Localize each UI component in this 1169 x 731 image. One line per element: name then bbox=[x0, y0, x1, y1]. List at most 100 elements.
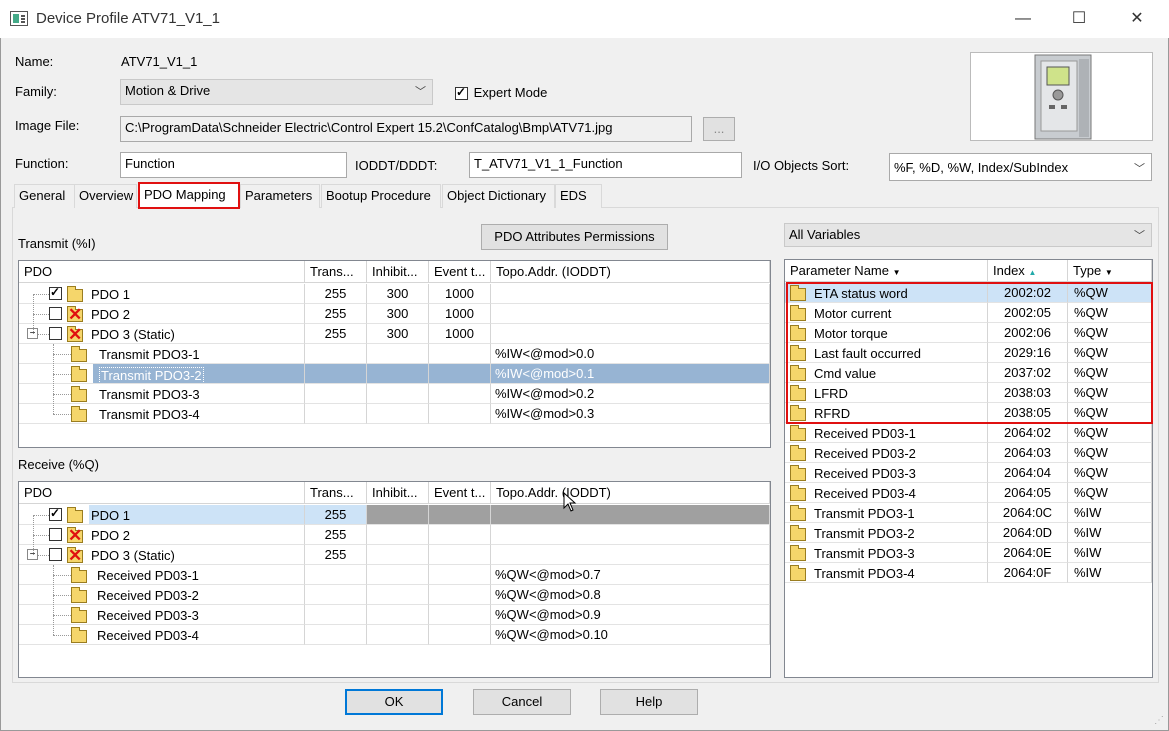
transmit-grid[interactable]: PDO Trans... Inhibit... Event t... Topo.… bbox=[18, 260, 771, 448]
ok-button[interactable]: OK bbox=[345, 689, 443, 715]
function-label: Function: bbox=[15, 156, 69, 171]
variable-row[interactable]: Motor current 2002:05 %QW bbox=[785, 303, 1152, 323]
variable-index-cell: 2029:16 bbox=[988, 343, 1068, 363]
variable-row[interactable]: Received PD03-3 2064:04 %QW bbox=[785, 463, 1152, 483]
table-row[interactable]: PDO 1 255 bbox=[19, 505, 770, 525]
table-row[interactable]: Received PD03-2 %QW<@mod>0.8 bbox=[19, 585, 770, 605]
sort-select[interactable]: %F, %D, %W, Index/SubIndex ﹀ bbox=[889, 153, 1152, 181]
variable-row[interactable]: Received PD03-1 2064:02 %QW bbox=[785, 423, 1152, 443]
col-parameter-name[interactable]: Parameter Name ▼ bbox=[785, 260, 988, 282]
tab-eds[interactable]: EDS bbox=[555, 184, 602, 208]
table-row[interactable]: Received PD03-4 %QW<@mod>0.10 bbox=[19, 625, 770, 645]
variable-row[interactable]: Transmit PDO3-3 2064:0E %IW bbox=[785, 543, 1152, 563]
sort-up-icon: ▲ bbox=[1028, 268, 1037, 277]
maximize-button[interactable]: ☐ bbox=[1056, 0, 1102, 38]
browse-button[interactable]: ... bbox=[703, 117, 735, 141]
tab-parameters[interactable]: Parameters bbox=[240, 184, 320, 208]
table-row[interactable]: − ✕ PDO 3 (Static) 255 300 1000 bbox=[19, 324, 770, 344]
col-pdo[interactable]: PDO bbox=[19, 482, 305, 504]
tab-pdo-mapping[interactable]: PDO Mapping bbox=[138, 182, 240, 209]
col-trans[interactable]: Trans... bbox=[305, 261, 367, 283]
table-row[interactable]: PDO 1 2553001000 bbox=[19, 284, 770, 304]
pdo-checkbox[interactable] bbox=[49, 506, 62, 521]
cancel-button[interactable]: Cancel bbox=[473, 689, 571, 715]
variable-index-cell: 2064:0D bbox=[988, 523, 1068, 543]
variables-grid[interactable]: Parameter Name ▼ Index ▲ Type ▼ ETA stat… bbox=[784, 259, 1153, 678]
col-inhibit[interactable]: Inhibit... bbox=[367, 482, 429, 504]
col-topo[interactable]: Topo.Addr. (IODDT) bbox=[491, 482, 770, 504]
event-cell bbox=[429, 625, 491, 645]
variables-filter-select[interactable]: All Variables ﹀ bbox=[784, 223, 1152, 247]
trans-cell: 255 bbox=[305, 505, 367, 525]
variable-row[interactable]: RFRD 2038:05 %QW bbox=[785, 403, 1152, 423]
folder-icon bbox=[67, 286, 83, 302]
ioddt-field[interactable]: T_ATV71_V1_1_Function bbox=[469, 152, 742, 178]
family-select[interactable]: Motion & Drive ﹀ bbox=[120, 79, 433, 105]
pdo-cell: Transmit PDO3-3 bbox=[19, 384, 305, 404]
pdo-checkbox[interactable] bbox=[49, 285, 62, 300]
expert-mode-checkbox[interactable]: Expert Mode bbox=[455, 85, 547, 101]
close-button[interactable]: ✕ bbox=[1114, 0, 1160, 38]
image-file-field[interactable]: C:\ProgramData\Schneider Electric\Contro… bbox=[120, 116, 692, 142]
pdo-checkbox[interactable] bbox=[49, 528, 62, 541]
resize-grip-icon[interactable]: ⋰ bbox=[1154, 716, 1166, 728]
inhibit-cell bbox=[367, 364, 429, 384]
col-trans[interactable]: Trans... bbox=[305, 482, 367, 504]
tab-overview[interactable]: Overview bbox=[74, 184, 137, 208]
col-event[interactable]: Event t... bbox=[429, 482, 491, 504]
tab-bootup-procedure[interactable]: Bootup Procedure bbox=[321, 184, 441, 208]
minimize-button[interactable]: — bbox=[1000, 0, 1046, 38]
variable-row[interactable]: Last fault occurred 2029:16 %QW bbox=[785, 343, 1152, 363]
inhibit-cell bbox=[367, 605, 429, 625]
chevron-down-icon: ﹀ bbox=[415, 86, 426, 98]
tab-object-dictionary[interactable]: Object Dictionary bbox=[442, 184, 555, 208]
trans-cell bbox=[305, 364, 367, 384]
topo-cell: %QW<@mod>0.7 bbox=[491, 565, 770, 585]
variable-row[interactable]: ETA status word 2002:02 %QW bbox=[785, 283, 1152, 303]
variable-index-cell: 2064:0C bbox=[988, 503, 1068, 523]
image-file-label: Image File: bbox=[15, 118, 80, 133]
table-row[interactable]: ✕ PDO 2 255 300 1000 bbox=[19, 304, 770, 324]
table-row[interactable]: Transmit PDO3-2 %IW<@mod>0.1 bbox=[19, 364, 770, 384]
variable-index-cell: 2002:06 bbox=[988, 323, 1068, 343]
trans-cell bbox=[305, 625, 367, 645]
col-event[interactable]: Event t... bbox=[429, 261, 491, 283]
table-row[interactable]: ✕ PDO 2 255 bbox=[19, 525, 770, 545]
table-row[interactable]: − ✕ PDO 3 (Static) 255 bbox=[19, 545, 770, 565]
table-row[interactable]: Received PD03-3 %QW<@mod>0.9 bbox=[19, 605, 770, 625]
variable-name-cell: Transmit PDO3-3 bbox=[785, 543, 988, 563]
pdo-cell: Received PD03-3 bbox=[19, 605, 305, 625]
pdo-checkbox[interactable] bbox=[49, 548, 62, 561]
variable-row[interactable]: Motor torque 2002:06 %QW bbox=[785, 323, 1152, 343]
help-button[interactable]: Help bbox=[600, 689, 698, 715]
pdo-checkbox[interactable] bbox=[49, 307, 62, 320]
variable-row[interactable]: Received PD03-2 2064:03 %QW bbox=[785, 443, 1152, 463]
table-row[interactable]: Received PD03-1 %QW<@mod>0.7 bbox=[19, 565, 770, 585]
col-pdo[interactable]: PDO bbox=[19, 261, 305, 283]
col-topo[interactable]: Topo.Addr. (IODDT) bbox=[491, 261, 770, 283]
trans-cell: 255 bbox=[305, 545, 367, 565]
receive-grid[interactable]: PDO Trans... Inhibit... Event t... Topo.… bbox=[18, 481, 771, 678]
inhibit-cell bbox=[367, 344, 429, 364]
tab-general[interactable]: General bbox=[14, 184, 75, 208]
pdo-attributes-button[interactable]: PDO Attributes Permissions bbox=[481, 224, 668, 250]
topo-cell: %IW<@mod>0.3 bbox=[491, 404, 770, 424]
variable-type-cell: %QW bbox=[1068, 383, 1152, 403]
variable-row[interactable]: Transmit PDO3-2 2064:0D %IW bbox=[785, 523, 1152, 543]
variable-row[interactable]: Received PD03-4 2064:05 %QW bbox=[785, 483, 1152, 503]
table-row[interactable]: Transmit PDO3-3 %IW<@mod>0.2 bbox=[19, 384, 770, 404]
table-row[interactable]: Transmit PDO3-1 %IW<@mod>0.0 bbox=[19, 344, 770, 364]
variable-name-cell: Motor current bbox=[785, 303, 988, 323]
variable-row[interactable]: Cmd value 2037:02 %QW bbox=[785, 363, 1152, 383]
col-index[interactable]: Index ▲ bbox=[988, 260, 1068, 282]
col-type[interactable]: Type ▼ bbox=[1068, 260, 1152, 282]
pdo-checkbox[interactable] bbox=[49, 327, 62, 340]
variable-row[interactable]: LFRD 2038:03 %QW bbox=[785, 383, 1152, 403]
variable-row[interactable]: Transmit PDO3-4 2064:0F %IW bbox=[785, 563, 1152, 583]
table-row[interactable]: Transmit PDO3-4 %IW<@mod>0.3 bbox=[19, 404, 770, 424]
function-field[interactable]: Function bbox=[120, 152, 347, 178]
sort-down-icon: ▼ bbox=[1104, 268, 1113, 277]
event-cell bbox=[429, 525, 491, 545]
col-inhibit[interactable]: Inhibit... bbox=[367, 261, 429, 283]
variable-row[interactable]: Transmit PDO3-1 2064:0C %IW bbox=[785, 503, 1152, 523]
